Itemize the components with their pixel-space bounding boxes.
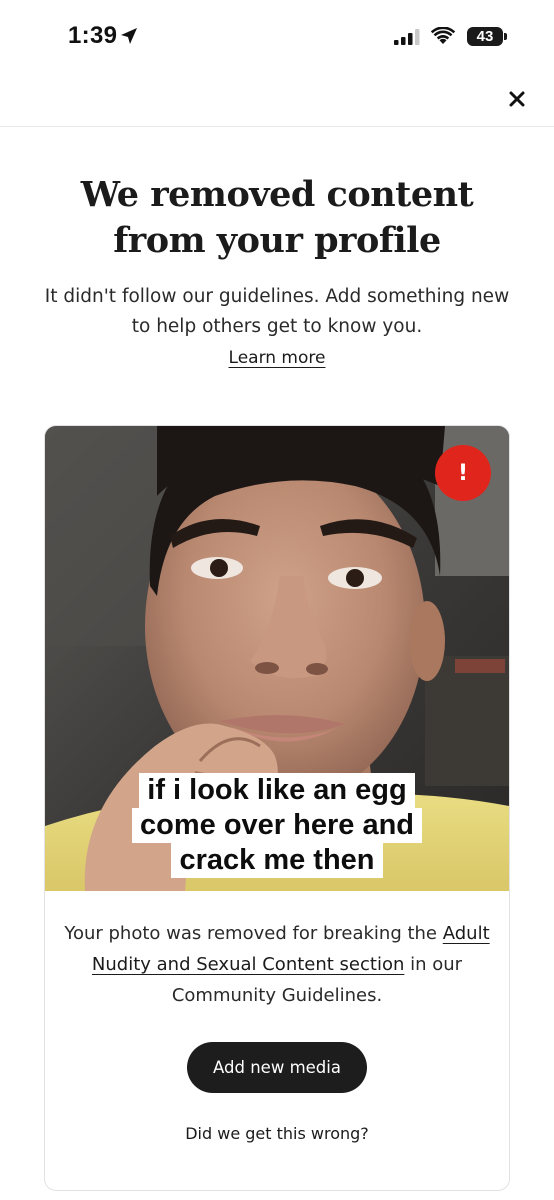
add-new-media-button[interactable]: Add new media [187, 1042, 367, 1093]
caption-line: if i look like an egg [139, 773, 415, 808]
location-arrow-icon [121, 28, 137, 44]
learn-more-link[interactable]: Learn more [229, 348, 326, 368]
wifi-icon [431, 27, 455, 44]
battery-level: 43 [476, 28, 494, 45]
battery-icon: 43 [467, 27, 503, 46]
page-title: We removed content from your profile [80, 174, 474, 261]
alert-icon: ! [435, 445, 491, 501]
cellular-signal-icon [394, 29, 420, 45]
top-bar [0, 74, 554, 127]
photo-caption: if i look like an egg come over here and… [115, 773, 439, 878]
screen: 1:39 43 We removed content from your pro… [0, 0, 554, 1200]
status-time: 1:39 [68, 22, 118, 49]
battery-cap [504, 33, 507, 40]
removed-content-card: ! if i look like an egg come over here a… [44, 425, 510, 1191]
page-subtitle: It didn't follow our guidelines. Add som… [44, 286, 510, 337]
close-button[interactable] [502, 84, 532, 114]
appeal-link[interactable]: Did we get this wrong? [45, 1124, 509, 1143]
removal-text-before: Your photo was removed for breaking the [64, 923, 438, 944]
learn-more-row: Learn more [0, 348, 554, 368]
close-icon [509, 91, 525, 107]
status-bar: 1:39 43 [0, 0, 554, 74]
removal-explanation: Your photo was removed for breaking the … [63, 918, 491, 1011]
caption-line: come over here and [132, 808, 422, 843]
caption-line: crack me then [171, 843, 383, 878]
